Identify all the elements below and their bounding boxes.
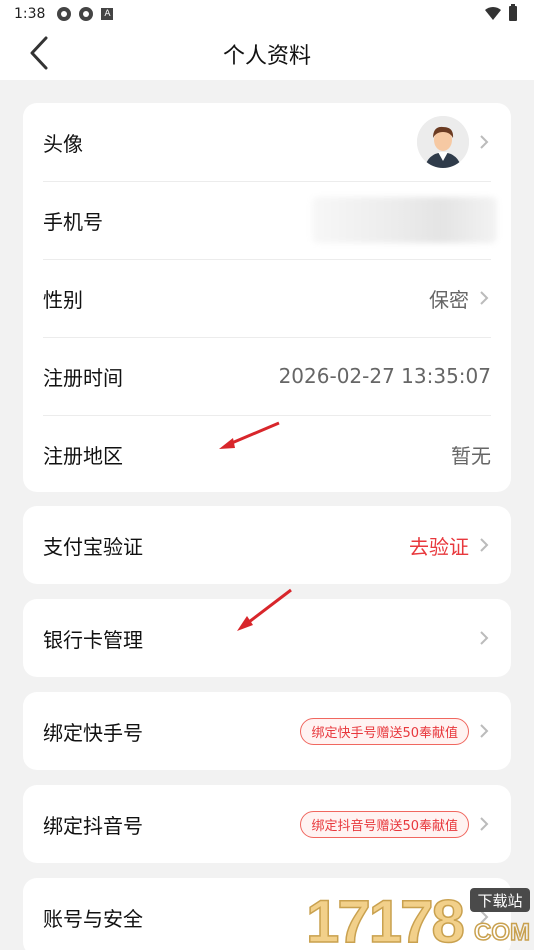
chevron-right-icon xyxy=(480,724,489,738)
reg-region-row: 注册地区 暂无 xyxy=(23,415,511,492)
chevron-right-icon xyxy=(480,631,489,645)
reg-time-row: 注册时间 2026-02-27 13:35:07 xyxy=(23,337,511,415)
status-notification-icons: A xyxy=(57,7,114,21)
reg-time-value: 2026-02-27 13:35:07 xyxy=(278,364,491,388)
kuaishou-promo-badge: 绑定快手号赠送50奉献值 xyxy=(300,717,469,745)
watermark-logo: 17178 下载站 COM xyxy=(305,887,531,950)
douyin-promo-badge: 绑定抖音号赠送50奉献值 xyxy=(300,810,469,838)
security-label: 账号与安全 xyxy=(43,906,143,931)
gender-row[interactable]: 性别 保密 xyxy=(23,259,511,337)
svg-text:下载站: 下载站 xyxy=(477,892,522,910)
chevron-right-icon xyxy=(480,817,489,831)
bank-card-row[interactable]: 银行卡管理 xyxy=(23,599,511,677)
bank-card: 银行卡管理 xyxy=(23,599,511,677)
page-title: 个人资料 xyxy=(222,44,311,69)
battery-icon xyxy=(509,4,517,21)
gender-value: 保密 xyxy=(429,287,469,312)
back-arrow-icon[interactable] xyxy=(22,32,62,72)
douyin-label: 绑定抖音号 xyxy=(43,813,143,838)
avatar[interactable] xyxy=(417,116,469,168)
phone-label: 手机号 xyxy=(43,209,103,234)
kuaishou-row[interactable]: 绑定快手号 绑定快手号赠送50奉献值 xyxy=(23,692,511,770)
wifi-icon xyxy=(485,6,501,20)
gender-label: 性别 xyxy=(43,287,83,312)
notification-icon xyxy=(57,7,72,21)
chevron-right-icon xyxy=(480,291,489,305)
douyin-card: 绑定抖音号 绑定抖音号赠送50奉献值 xyxy=(23,785,511,863)
svg-text:COM: COM xyxy=(474,919,530,946)
svg-text:17178: 17178 xyxy=(306,888,463,950)
profile-card: 头像 手机号 性别 保密 注册时间 2026-02-27 13:35:07 注册… xyxy=(23,103,511,492)
reg-time-label: 注册时间 xyxy=(43,365,123,390)
phone-value-blurred xyxy=(312,197,497,243)
status-bar: 1:38 A xyxy=(0,0,534,28)
app-notification-icon: A xyxy=(101,8,114,20)
phone-row[interactable]: 手机号 xyxy=(23,181,511,259)
user-avatar-icon xyxy=(417,116,469,168)
site-watermark: 17178 下载站 COM xyxy=(302,882,532,950)
alipay-verify-link[interactable]: 去验证 xyxy=(409,531,469,560)
avatar-row[interactable]: 头像 xyxy=(23,103,511,181)
notification-icon xyxy=(79,7,94,21)
chevron-right-icon xyxy=(480,135,489,149)
bank-card-label: 银行卡管理 xyxy=(43,627,143,652)
header-bar: 个人资料 xyxy=(0,28,534,80)
reg-region-label: 注册地区 xyxy=(43,443,123,468)
alipay-label: 支付宝验证 xyxy=(43,534,143,559)
kuaishou-card: 绑定快手号 绑定快手号赠送50奉献值 xyxy=(23,692,511,770)
kuaishou-label: 绑定快手号 xyxy=(43,720,143,745)
alipay-row[interactable]: 支付宝验证 去验证 xyxy=(23,506,511,584)
chevron-right-icon xyxy=(480,538,489,552)
avatar-label: 头像 xyxy=(43,131,83,156)
douyin-row[interactable]: 绑定抖音号 绑定抖音号赠送50奉献值 xyxy=(23,785,511,863)
status-system-icons xyxy=(484,4,518,22)
alipay-card: 支付宝验证 去验证 xyxy=(23,506,511,584)
reg-region-value: 暂无 xyxy=(451,443,491,468)
status-time: 1:38 xyxy=(14,6,46,22)
